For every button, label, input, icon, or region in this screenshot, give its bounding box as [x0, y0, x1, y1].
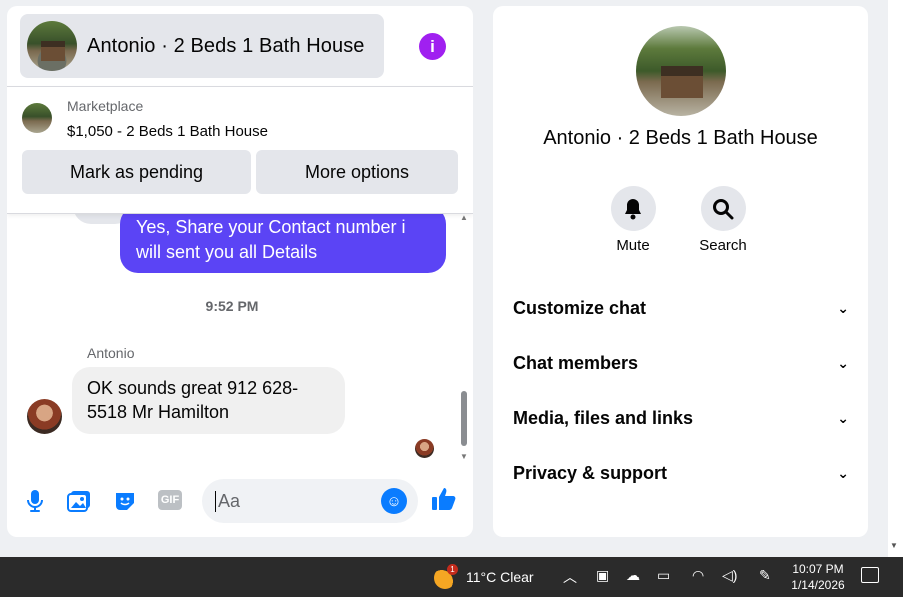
- section-label: Privacy & support: [513, 462, 668, 483]
- chevron-down-icon: ⌄: [837, 354, 849, 371]
- outgoing-message[interactable]: Yes, Share your Contact number i will se…: [120, 206, 446, 273]
- message-timestamp: 9:52 PM: [205, 298, 259, 314]
- search-label: Search: [699, 237, 747, 254]
- customize-chat-section[interactable]: Customize chat ⌄: [513, 293, 849, 323]
- section-label: Chat members: [513, 352, 639, 373]
- chat-scrollbar[interactable]: ▲ ▼: [458, 211, 470, 463]
- message-composer: GIF ☺: [7, 476, 473, 526]
- mute-action[interactable]: Mute: [598, 186, 668, 254]
- chevron-down-icon: ⌄: [837, 299, 849, 316]
- clock-time: 10:07 PM: [792, 562, 844, 576]
- page-scrollbar[interactable]: [888, 0, 903, 557]
- weather-badge: 1: [447, 564, 458, 575]
- scroll-thumb[interactable]: [461, 391, 467, 446]
- marketplace-label: Marketplace: [67, 98, 144, 114]
- chat-header[interactable]: Antonio · 2 Beds 1 Bath House: [20, 14, 384, 78]
- wifi-icon[interactable]: ◠: [692, 567, 704, 584]
- listing-thumbnail: [22, 103, 52, 133]
- battery-icon[interactable]: ▭: [657, 567, 670, 584]
- chevron-down-icon: ⌄: [837, 464, 849, 481]
- page-scroll-down-icon[interactable]: ▼: [890, 541, 898, 550]
- cloud-offline-icon[interactable]: ☁: [626, 567, 640, 584]
- info-icon[interactable]: i: [419, 33, 446, 60]
- message-input[interactable]: [215, 490, 375, 512]
- weather-text[interactable]: 11°C Clear: [466, 569, 534, 585]
- search-action[interactable]: Search: [688, 186, 758, 254]
- marketplace-card: Marketplace $1,050 - 2 Beds 1 Bath House…: [7, 86, 473, 214]
- section-label: Media, files and links: [513, 407, 694, 428]
- chat-panel: Antonio · 2 Beds 1 Bath House i Marketpl…: [7, 6, 473, 537]
- chevron-up-icon[interactable]: ︿: [563, 567, 577, 587]
- search-icon[interactable]: [700, 186, 746, 231]
- listing-avatar: [27, 21, 77, 71]
- microphone-icon[interactable]: [22, 488, 48, 514]
- system-clock[interactable]: 10:07 PM 1/14/2026: [790, 561, 846, 593]
- mute-label: Mute: [616, 237, 650, 254]
- message-list: Yes, Share your Contact number i will se…: [7, 204, 457, 466]
- camera-icon[interactable]: ▣: [596, 567, 609, 584]
- listing-price[interactable]: $1,050 - 2 Beds 1 Bath House: [67, 123, 268, 140]
- sender-avatar[interactable]: [27, 399, 62, 434]
- section-label: Customize chat: [513, 297, 647, 318]
- conversation-avatar: [636, 26, 726, 116]
- notification-icon[interactable]: [861, 567, 879, 583]
- image-icon[interactable]: [66, 488, 92, 514]
- like-icon[interactable]: [431, 487, 457, 518]
- more-options-button[interactable]: More options: [256, 150, 458, 194]
- chevron-down-icon: ⌄: [837, 409, 849, 426]
- privacy-support-section[interactable]: Privacy & support ⌄: [513, 458, 849, 488]
- chat-title: Antonio · 2 Beds 1 Bath House: [87, 34, 365, 57]
- pen-icon[interactable]: ✎: [759, 567, 771, 584]
- chat-members-section[interactable]: Chat members ⌄: [513, 348, 849, 378]
- mark-as-pending-button[interactable]: Mark as pending: [22, 150, 251, 194]
- emoji-icon[interactable]: ☺: [381, 488, 407, 514]
- clock-date: 1/14/2026: [791, 578, 845, 592]
- scroll-up-arrow-icon[interactable]: ▲: [460, 213, 468, 222]
- sender-name: Antonio: [87, 345, 135, 361]
- volume-icon[interactable]: ◁): [722, 567, 737, 584]
- taskbar: 1 11°C Clear ︿ ▣ ☁ ▭ ◠ ◁) ✎ 10:07 PM 1/1…: [0, 557, 903, 597]
- conversation-info-panel: Antonio · 2 Beds 1 Bath House Mute Searc…: [493, 6, 868, 537]
- scroll-down-arrow-icon[interactable]: ▼: [460, 452, 468, 461]
- read-receipt-avatar: [415, 439, 434, 458]
- conversation-title: Antonio · 2 Beds 1 Bath House: [543, 127, 818, 149]
- sticker-icon[interactable]: [112, 488, 138, 514]
- message-input-container[interactable]: ☺: [202, 479, 418, 523]
- media-files-links-section[interactable]: Media, files and links ⌄: [513, 403, 849, 433]
- incoming-message[interactable]: OK sounds great 912 628-5518 Mr Hamilton: [72, 367, 345, 434]
- gif-icon[interactable]: GIF: [158, 490, 182, 510]
- bell-icon[interactable]: [610, 186, 656, 231]
